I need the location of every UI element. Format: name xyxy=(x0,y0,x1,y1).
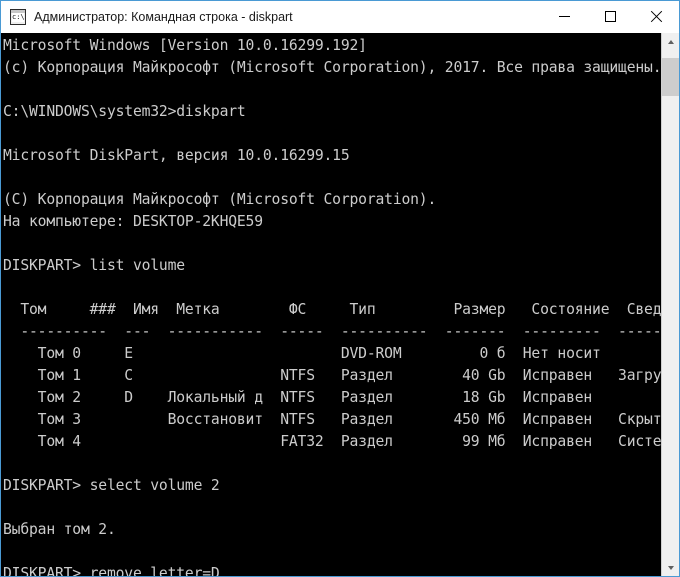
window-controls xyxy=(541,1,679,32)
scroll-down-button[interactable] xyxy=(662,559,679,576)
scrollbar-thumb[interactable] xyxy=(662,58,679,96)
console-line: (c) Корпорация Майкрософт (Microsoft Cor… xyxy=(3,59,661,76)
title-bar[interactable]: Администратор: Командная строка - diskpa… xyxy=(1,1,679,33)
scrollbar-track[interactable] xyxy=(662,50,679,559)
command-prompt-window: Администратор: Командная строка - diskpa… xyxy=(0,0,680,577)
console-line: Том ### Имя Метка ФС Тип Размер Состояни… xyxy=(3,301,661,318)
close-icon xyxy=(649,10,663,24)
chevron-up-icon xyxy=(667,39,674,44)
console-line: Том 2 D Локальный д NTFS Раздел 18 Gb Ис… xyxy=(3,389,593,406)
console-line: Том 3 Восстановит NTFS Раздел 450 Мб Исп… xyxy=(3,411,661,428)
console-area: Microsoft Windows [Version 10.0.16299.19… xyxy=(1,33,679,576)
console-icon xyxy=(10,8,26,25)
console-line: Том 0 E DVD-ROM 0 б Нет носит xyxy=(3,345,601,362)
console-line: Microsoft Windows [Version 10.0.16299.19… xyxy=(3,37,367,54)
console-line: (C) Корпорация Майкрософт (Microsoft Cor… xyxy=(3,191,437,208)
chevron-down-icon xyxy=(667,565,674,570)
console-line: DISKPART> select volume 2 xyxy=(3,477,220,494)
console-line: DISKPART> remove letter=D xyxy=(3,565,220,576)
minimize-button[interactable] xyxy=(541,1,587,32)
console-line: Том 4 FAT32 Раздел 99 Мб Исправен Систем… xyxy=(3,433,661,450)
window-title: Администратор: Командная строка - diskpa… xyxy=(34,9,293,24)
console-line: ---------- --- ----------- ----- -------… xyxy=(3,323,661,340)
console-line: DISKPART> list volume xyxy=(3,257,185,274)
console-line: C:\WINDOWS\system32>diskpart xyxy=(3,103,246,120)
console-output[interactable]: Microsoft Windows [Version 10.0.16299.19… xyxy=(1,33,661,576)
console-line: Том 1 C NTFS Раздел 40 Gb Исправен Загру… xyxy=(3,367,661,384)
console-line: Microsoft DiskPart, версия 10.0.16299.15 xyxy=(3,147,350,164)
console-line: На компьютере: DESKTOP-2KHQE59 xyxy=(3,213,263,230)
minimize-icon xyxy=(558,16,570,17)
scroll-up-button[interactable] xyxy=(662,33,679,50)
vertical-scrollbar[interactable] xyxy=(661,33,679,576)
console-line: Выбран том 2. xyxy=(3,521,116,538)
maximize-button[interactable] xyxy=(587,1,633,32)
maximize-icon xyxy=(604,11,616,22)
close-button[interactable] xyxy=(633,1,679,32)
